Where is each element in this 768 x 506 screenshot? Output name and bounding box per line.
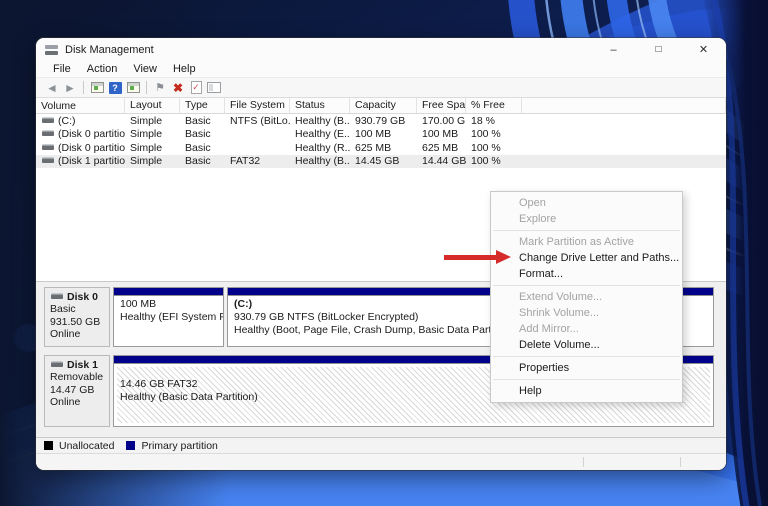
volume-icon xyxy=(42,118,54,123)
menu-item-format[interactable]: Format... xyxy=(491,266,682,282)
menu-help[interactable]: Help xyxy=(165,61,204,77)
disk-1-header[interactable]: Disk 1 Removable 14.47 GB Online xyxy=(44,355,110,427)
menu-item-shrink-volume[interactable]: Shrink Volume... xyxy=(491,305,682,321)
help-icon: ? xyxy=(108,81,122,94)
minimize-button[interactable]: – xyxy=(591,38,636,61)
menu-item-add-mirror[interactable]: Add Mirror... xyxy=(491,321,682,337)
table-row[interactable]: (C:) Simple Basic NTFS (BitLo... Healthy… xyxy=(36,114,726,128)
column-header-layout[interactable]: Layout xyxy=(125,98,180,113)
menu-separator xyxy=(493,285,680,286)
primary-partition-swatch xyxy=(126,441,136,450)
arrow-head-icon xyxy=(496,250,511,264)
menu-action[interactable]: Action xyxy=(79,61,126,77)
app-icon xyxy=(45,44,58,55)
column-header-pct-free[interactable]: % Free xyxy=(466,98,522,113)
format-button[interactable]: ✓ xyxy=(187,80,205,96)
table-row[interactable]: (Disk 0 partition 4) Simple Basic Health… xyxy=(36,141,726,155)
disk-icon xyxy=(51,363,63,367)
forward-button[interactable]: ► xyxy=(61,80,79,96)
volume-list-header: Volume Layout Type File System Status Ca… xyxy=(36,98,726,114)
menu-item-help[interactable]: Help xyxy=(491,383,682,399)
legend-label-unallocated: Unallocated xyxy=(59,439,115,452)
legend-label-primary: Primary partition xyxy=(141,439,218,452)
column-header-free-space[interactable]: Free Spa... xyxy=(417,98,466,113)
attach-vhd-button[interactable]: ⚑ xyxy=(151,80,169,96)
partition-efi[interactable]: 100 MB Healthy (EFI System Partiti xyxy=(113,287,224,347)
disk-icon xyxy=(51,295,63,299)
toolbar: ◄ ► ? ⚑ ✖ ✓ xyxy=(36,78,726,98)
menu-separator xyxy=(493,379,680,380)
toolbar-separator xyxy=(146,81,147,94)
properties-panel-icon xyxy=(207,82,221,93)
console-window-icon xyxy=(90,82,104,93)
legend-bar: Unallocated Primary partition xyxy=(36,437,726,453)
back-button[interactable]: ◄ xyxy=(43,80,61,96)
arrow-tail xyxy=(444,254,496,260)
toolbar-separator xyxy=(83,81,84,94)
delete-icon: ✖ xyxy=(172,80,184,95)
properties-button[interactable] xyxy=(205,80,223,96)
column-header-status[interactable]: Status xyxy=(290,98,350,113)
volume-icon xyxy=(42,159,54,164)
close-button[interactable]: ✕ xyxy=(681,38,726,61)
delete-volume-button[interactable]: ✖ xyxy=(169,80,187,96)
unallocated-swatch xyxy=(44,441,53,450)
menu-item-explore[interactable]: Explore xyxy=(491,211,682,227)
action-pane-button[interactable] xyxy=(124,80,142,96)
table-row[interactable]: (Disk 0 partition 1) Simple Basic Health… xyxy=(36,128,726,142)
maximize-button[interactable]: □ xyxy=(636,38,681,61)
volume-context-menu: Open Explore Mark Partition as Active Ch… xyxy=(490,191,683,403)
table-row-selected[interactable]: (Disk 1 partition 1) Simple Basic FAT32 … xyxy=(36,154,726,168)
menu-bar: File Action View Help xyxy=(36,61,726,78)
menu-view[interactable]: View xyxy=(125,61,165,77)
menu-separator xyxy=(493,230,680,231)
annotation-arrow xyxy=(444,250,511,264)
menu-item-properties[interactable]: Properties xyxy=(491,360,682,376)
menu-item-extend-volume[interactable]: Extend Volume... xyxy=(491,289,682,305)
menu-item-change-drive-letter[interactable]: Change Drive Letter and Paths... xyxy=(491,250,682,266)
volume-icon xyxy=(42,145,54,150)
window-title: Disk Management xyxy=(65,43,154,56)
action-pane-icon xyxy=(126,82,140,93)
title-bar: Disk Management – □ ✕ xyxy=(36,38,726,61)
menu-item-delete-volume[interactable]: Delete Volume... xyxy=(491,337,682,353)
menu-item-open[interactable]: Open xyxy=(491,195,682,211)
column-header-volume[interactable]: Volume xyxy=(36,98,125,113)
column-header-file-system[interactable]: File System xyxy=(225,98,290,113)
flag-icon: ⚑ xyxy=(155,82,165,94)
back-icon: ◄ xyxy=(46,80,58,95)
status-separator xyxy=(583,457,584,467)
primary-partition-band xyxy=(114,288,223,296)
column-header-capacity[interactable]: Capacity xyxy=(350,98,417,113)
disk-0-header[interactable]: Disk 0 Basic 931.50 GB Online xyxy=(44,287,110,347)
status-bar xyxy=(36,453,726,470)
help-button[interactable]: ? xyxy=(106,80,124,96)
menu-separator xyxy=(493,356,680,357)
menu-file[interactable]: File xyxy=(45,61,79,77)
console-tree-button[interactable] xyxy=(88,80,106,96)
column-header-blank xyxy=(522,98,726,113)
volume-icon xyxy=(42,132,54,137)
status-separator xyxy=(680,457,681,467)
menu-item-mark-partition-active[interactable]: Mark Partition as Active xyxy=(491,234,682,250)
check-document-icon: ✓ xyxy=(190,81,202,94)
forward-icon: ► xyxy=(64,80,76,95)
column-header-type[interactable]: Type xyxy=(180,98,225,113)
